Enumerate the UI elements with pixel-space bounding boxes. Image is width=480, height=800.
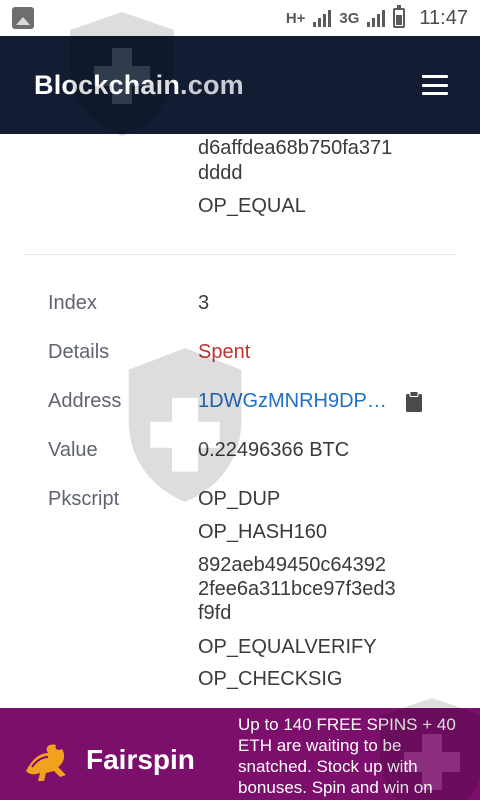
pkscript-label: Pkscript bbox=[48, 488, 120, 510]
script-opcode: OP_EQUAL bbox=[198, 195, 306, 217]
griffin-logo-icon bbox=[26, 744, 66, 781]
brand-logo[interactable]: Blockchain.com bbox=[34, 70, 244, 101]
spent-status: Spent bbox=[198, 341, 251, 363]
network-type-label: H+ bbox=[285, 9, 306, 27]
pkscript-line: OP_EQUALVERIFY bbox=[198, 636, 377, 658]
brand-name: Blockchain bbox=[34, 69, 181, 100]
transaction-outputs: d6affdea68b750fa371 dddd OP_EQUAL Index … bbox=[0, 134, 480, 708]
pkscript-line: OP_CHECKSIG bbox=[198, 668, 343, 690]
image-notification-icon bbox=[12, 7, 34, 29]
status-bar: H+ 3G 11:47 bbox=[0, 0, 480, 36]
script-hash-line: d6affdea68b750fa371 bbox=[198, 137, 393, 159]
pkscript-line: OP_HASH160 bbox=[198, 521, 327, 543]
value-amount: 0.22496366 BTC bbox=[198, 439, 350, 461]
network-type-label-2: 3G bbox=[339, 9, 360, 27]
brand-tld: .com bbox=[180, 69, 244, 100]
pkscript-line: f9fd bbox=[198, 602, 232, 624]
hamburger-menu-icon[interactable] bbox=[422, 75, 448, 95]
details-label: Details bbox=[48, 341, 110, 363]
clipboard-copy-icon[interactable] bbox=[405, 391, 423, 413]
clock: 11:47 bbox=[419, 6, 468, 29]
address-label: Address bbox=[48, 390, 122, 412]
script-hash-line: dddd bbox=[198, 162, 243, 184]
battery-icon bbox=[393, 5, 406, 28]
ad-brand-name: Fairspin bbox=[86, 744, 195, 775]
signal-strength-icon bbox=[313, 9, 332, 27]
value-label: Value bbox=[48, 439, 98, 461]
index-label: Index bbox=[48, 292, 97, 314]
pkscript-line: 2fee6a311bce97f3ed3 bbox=[198, 578, 396, 600]
address-link[interactable]: 1DWGzMNRH9DP… bbox=[198, 389, 387, 413]
fairspin-ad-banner[interactable]: Fairspin Up to 140 FREE SPINS + 40 ETH a… bbox=[0, 708, 480, 800]
app-header: Blockchain.com bbox=[0, 36, 480, 134]
ad-promo-text: Up to 140 FREE SPINS + 40 ETH are waitin… bbox=[238, 715, 456, 797]
index-value: 3 bbox=[198, 292, 210, 314]
pkscript-line: OP_DUP bbox=[198, 488, 281, 510]
signal-strength-icon-2 bbox=[367, 9, 386, 27]
pkscript-line: 892aeb49450c64392 bbox=[198, 554, 386, 576]
section-divider bbox=[24, 254, 456, 255]
